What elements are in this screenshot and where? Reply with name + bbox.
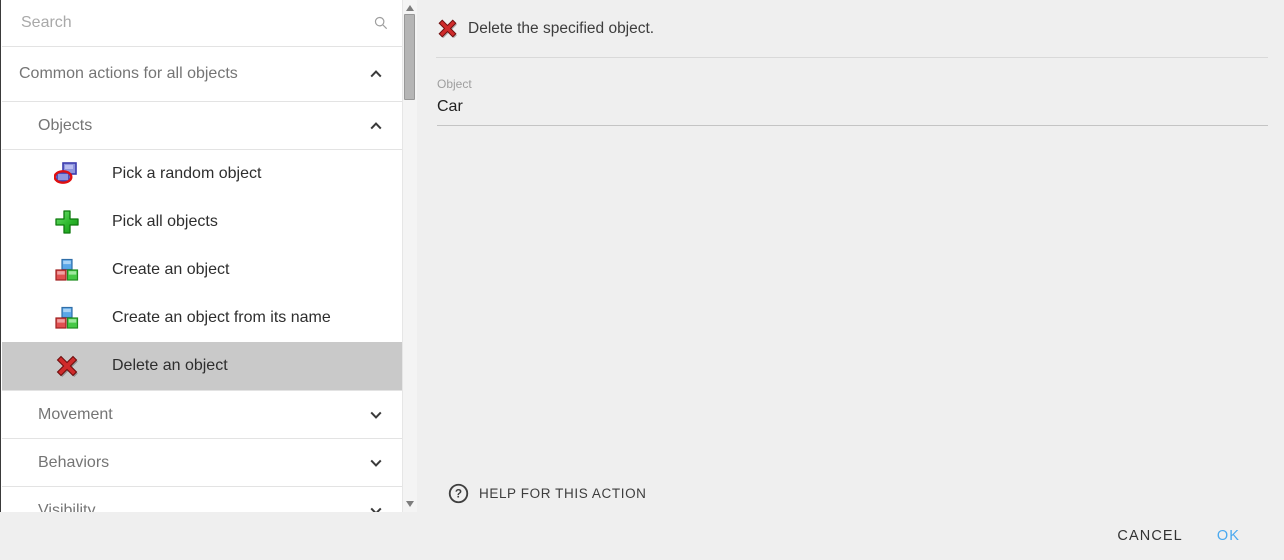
- pick-all-objects-icon: [54, 209, 80, 235]
- create-object-icon: [54, 305, 80, 331]
- chevron-up-icon: [368, 118, 384, 134]
- chevron-down-icon: [368, 503, 384, 512]
- search-bar: [2, 0, 402, 47]
- action-header: Delete the specified object.: [417, 0, 1284, 57]
- action-item-create-object-from-name[interactable]: Create an object from its name: [2, 294, 402, 342]
- action-description: Delete the specified object.: [468, 20, 654, 38]
- group-movement[interactable]: Movement: [2, 391, 402, 439]
- actions-sidebar: Common actions for all objects Objects: [0, 0, 417, 512]
- scrollbar-thumb[interactable]: [404, 14, 415, 100]
- category-common-actions[interactable]: Common actions for all objects: [2, 47, 402, 102]
- group-label: Behaviors: [38, 454, 368, 472]
- category-label: Common actions for all objects: [19, 65, 368, 83]
- action-item-delete-object[interactable]: Delete an object: [2, 342, 402, 390]
- object-field-label: Object: [437, 77, 1268, 91]
- group-behaviors[interactable]: Behaviors: [2, 439, 402, 487]
- header-divider: [436, 57, 1268, 58]
- sidebar-scrollbar[interactable]: [402, 0, 417, 512]
- action-item-label: Pick all objects: [112, 213, 402, 231]
- group-visibility[interactable]: Visibility: [2, 487, 402, 512]
- svg-text:?: ?: [455, 486, 462, 500]
- action-item-label: Pick a random object: [112, 165, 402, 183]
- help-for-action-button[interactable]: ? HELP FOR THIS ACTION: [448, 482, 647, 504]
- action-item-label: Create an object: [112, 261, 402, 279]
- action-item-label: Delete an object: [112, 357, 402, 375]
- pick-random-object-icon: [54, 161, 80, 187]
- object-field-input[interactable]: [437, 94, 1268, 126]
- group-objects[interactable]: Objects: [2, 102, 402, 150]
- scrollbar-down-arrow-icon[interactable]: [406, 501, 414, 507]
- action-item-create-object[interactable]: Create an object: [2, 246, 402, 294]
- create-object-icon: [54, 257, 80, 283]
- action-item-pick-random-object[interactable]: Pick a random object: [2, 150, 402, 198]
- object-field-block: Object: [437, 77, 1268, 126]
- actions-list: Common actions for all objects Objects: [2, 0, 402, 512]
- group-label: Objects: [38, 117, 368, 135]
- search-input[interactable]: [19, 13, 373, 33]
- objects-actions-list: Pick a random object: [2, 150, 402, 391]
- help-label: HELP FOR THIS ACTION: [479, 486, 647, 501]
- search-icon: [373, 15, 389, 31]
- help-icon: ?: [448, 483, 469, 504]
- chevron-up-icon: [368, 66, 384, 82]
- cancel-button[interactable]: CANCEL: [1103, 519, 1196, 553]
- action-item-pick-all-objects[interactable]: Pick all objects: [2, 198, 402, 246]
- action-item-label: Create an object from its name: [112, 309, 402, 327]
- dialog-footer: CANCEL OK: [0, 512, 1284, 560]
- chevron-down-icon: [368, 455, 384, 471]
- group-label: Movement: [38, 406, 368, 424]
- scrollbar-up-arrow-icon[interactable]: [406, 5, 414, 11]
- group-label: Visibility: [38, 502, 368, 512]
- delete-object-icon: [54, 353, 80, 379]
- chevron-down-icon: [368, 407, 384, 423]
- action-config-panel: Delete the specified object. Object ? HE…: [417, 0, 1284, 512]
- delete-object-icon: [437, 18, 458, 39]
- ok-button[interactable]: OK: [1203, 519, 1254, 553]
